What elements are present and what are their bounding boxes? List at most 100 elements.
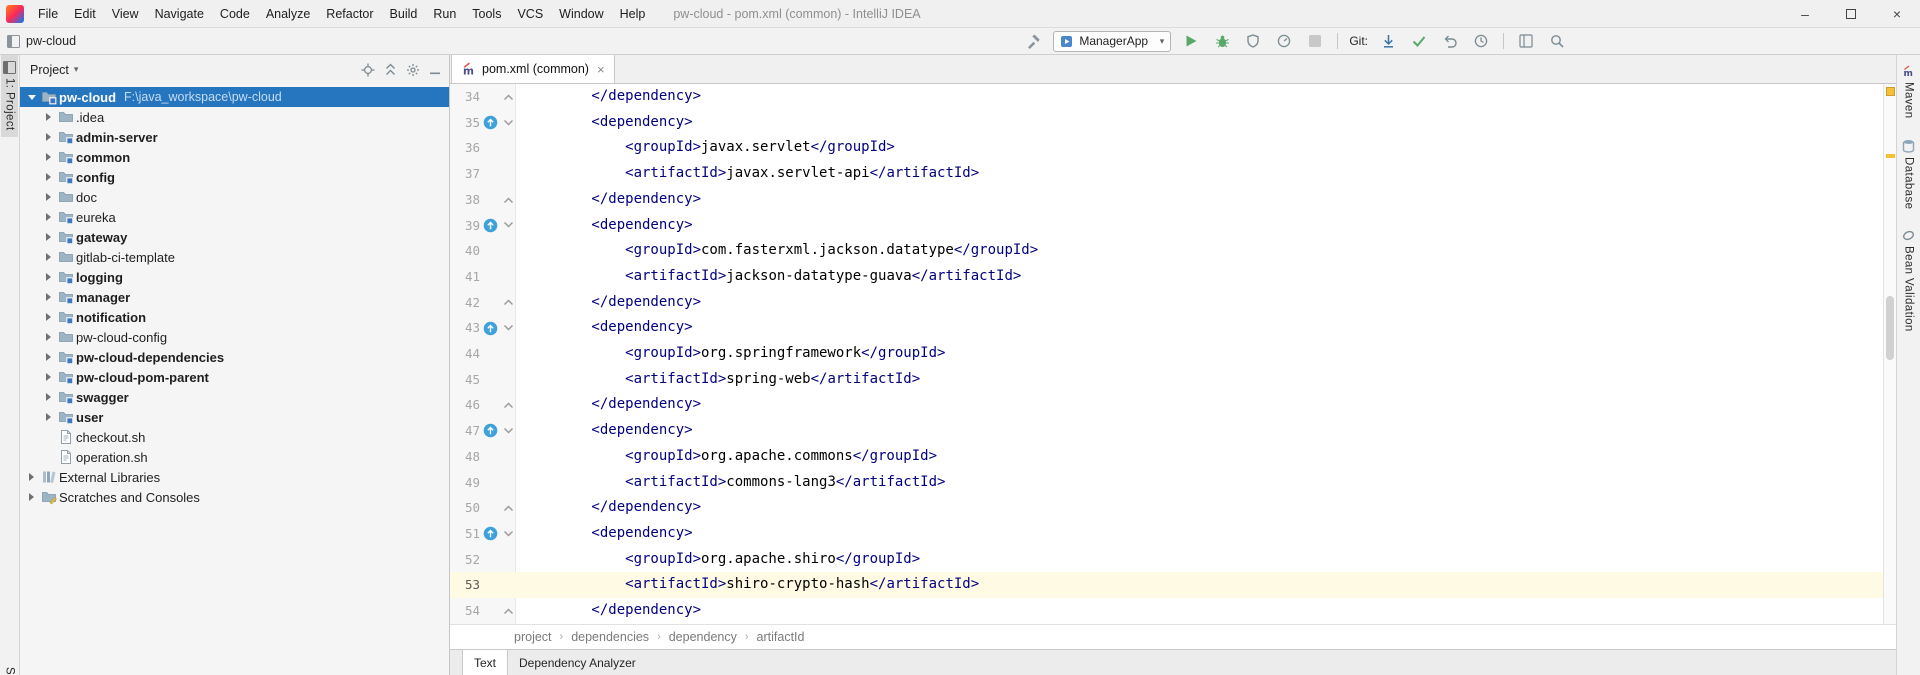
chevron-collapsed-icon[interactable] (41, 153, 56, 161)
code-line-46[interactable]: 46</dependency> (450, 392, 1896, 418)
fold-start-icon[interactable] (501, 324, 516, 332)
tree-item-eureka[interactable]: eureka (20, 207, 449, 227)
search-icon[interactable] (1546, 30, 1568, 52)
fold-start-icon[interactable] (501, 221, 516, 229)
gear-icon[interactable] (406, 63, 420, 77)
chevron-collapsed-icon[interactable] (41, 353, 56, 361)
fold-end-icon[interactable] (501, 298, 516, 306)
bottom-tab-text[interactable]: Text (462, 650, 508, 675)
chevron-collapsed-icon[interactable] (41, 313, 56, 321)
code-editor[interactable]: 34</dependency>35<dependency>36<groupId>… (450, 84, 1896, 624)
fold-start-icon[interactable] (501, 119, 516, 127)
breadcrumb-dependencies[interactable]: dependencies (571, 630, 649, 644)
chevron-collapsed-icon[interactable] (41, 413, 56, 421)
menu-refactor[interactable]: Refactor (318, 0, 381, 28)
tree-item-user[interactable]: user (20, 407, 449, 427)
menu-code[interactable]: Code (212, 0, 258, 28)
tool-window-button-bean-validation[interactable]: Bean Validation (1902, 229, 1915, 332)
code-line-47[interactable]: 47<dependency> (450, 418, 1896, 444)
git-revert-button[interactable] (1439, 30, 1461, 52)
tree-item-notification[interactable]: notification (20, 307, 449, 327)
menu-navigate[interactable]: Navigate (147, 0, 212, 28)
menu-analyze[interactable]: Analyze (258, 0, 318, 28)
tree-item-checkout-sh[interactable]: checkout.sh (20, 427, 449, 447)
tree-item-gitlab-ci-template[interactable]: gitlab-ci-template (20, 247, 449, 267)
nav-breadcrumb[interactable]: pw-cloud (7, 34, 76, 48)
fold-end-icon[interactable] (501, 607, 516, 615)
fold-end-icon[interactable] (501, 401, 516, 409)
tree-item-pw-cloud[interactable]: pw-cloudF:\java_workspace\pw-cloud (20, 87, 449, 107)
menu-vcs[interactable]: VCS (509, 0, 551, 28)
tree-item-manager[interactable]: manager (20, 287, 449, 307)
git-update-button[interactable] (1377, 30, 1399, 52)
tree-item-pw-cloud-dependencies[interactable]: pw-cloud-dependencies (20, 347, 449, 367)
fold-start-icon[interactable] (501, 530, 516, 538)
minimize-button[interactable]: – (1782, 0, 1828, 27)
git-history-button[interactable] (1470, 30, 1492, 52)
menu-edit[interactable]: Edit (66, 0, 104, 28)
editor-layout-icon[interactable] (1515, 30, 1537, 52)
chevron-collapsed-icon[interactable] (41, 213, 56, 221)
hide-panel-icon[interactable] (429, 64, 441, 76)
tree-item-operation-sh[interactable]: operation.sh (20, 447, 449, 467)
code-line-48[interactable]: 48<groupId>org.apache.commons</groupId> (450, 444, 1896, 470)
warning-stripe-mark[interactable] (1886, 154, 1895, 158)
breadcrumb-project[interactable]: project (514, 630, 552, 644)
tool-window-button-database[interactable]: Database (1902, 139, 1915, 209)
tree-item-pw-cloud-config[interactable]: pw-cloud-config (20, 327, 449, 347)
tree-item-config[interactable]: config (20, 167, 449, 187)
chevron-down-icon[interactable]: ▾ (74, 64, 79, 75)
chevron-collapsed-icon[interactable] (24, 473, 39, 481)
tree-item-logging[interactable]: logging (20, 267, 449, 287)
breadcrumb-artifactid[interactable]: artifactId (757, 630, 805, 644)
menu-file[interactable]: File (30, 0, 66, 28)
chevron-collapsed-icon[interactable] (41, 373, 56, 381)
code-line-45[interactable]: 45<artifactId>spring-web</artifactId> (450, 367, 1896, 393)
menu-run[interactable]: Run (425, 0, 464, 28)
coverage-button[interactable] (1242, 30, 1264, 52)
project-view-title[interactable]: Project (30, 63, 69, 77)
close-button[interactable]: × (1874, 0, 1920, 27)
editor-scrollbar[interactable] (1883, 84, 1896, 624)
tree-item-external-libraries[interactable]: External Libraries (20, 467, 449, 487)
close-tab-icon[interactable]: × (597, 62, 605, 77)
menu-build[interactable]: Build (382, 0, 426, 28)
run-configuration-select[interactable]: ManagerApp ▾ (1053, 31, 1171, 52)
chevron-collapsed-icon[interactable] (41, 293, 56, 301)
profiler-button[interactable] (1273, 30, 1295, 52)
inspection-status-icon[interactable] (1886, 87, 1895, 96)
fold-end-icon[interactable] (501, 93, 516, 101)
chevron-collapsed-icon[interactable] (41, 173, 56, 181)
chevron-expanded-icon[interactable] (24, 95, 39, 100)
code-line-51[interactable]: 51<dependency> (450, 521, 1896, 547)
code-line-49[interactable]: 49<artifactId>commons-lang3</artifactId> (450, 470, 1896, 496)
tree-item-doc[interactable]: doc (20, 187, 449, 207)
chevron-collapsed-icon[interactable] (41, 113, 56, 121)
code-line-44[interactable]: 44<groupId>org.springframework</groupId> (450, 341, 1896, 367)
tree-item-common[interactable]: common (20, 147, 449, 167)
tool-window-button-maven[interactable]: mMaven (1902, 65, 1915, 119)
menu-tools[interactable]: Tools (464, 0, 509, 28)
code-line-36[interactable]: 36<groupId>javax.servlet</groupId> (450, 135, 1896, 161)
bottom-tab-dependency-analyzer[interactable]: Dependency Analyzer (508, 650, 647, 675)
tool-window-button-structure[interactable]: Structure (0, 667, 19, 675)
code-line-54[interactable]: 54</dependency> (450, 598, 1896, 624)
debug-button[interactable] (1211, 30, 1233, 52)
build-hammer-icon[interactable] (1022, 30, 1044, 52)
scrollbar-thumb[interactable] (1886, 296, 1894, 360)
tree-item-pw-cloud-pom-parent[interactable]: pw-cloud-pom-parent (20, 367, 449, 387)
code-line-53[interactable]: 53<artifactId>shiro-crypto-hash</artifac… (450, 572, 1896, 598)
chevron-collapsed-icon[interactable] (41, 133, 56, 141)
code-line-34[interactable]: 34</dependency> (450, 84, 1896, 110)
code-line-37[interactable]: 37<artifactId>javax.servlet-api</artifac… (450, 161, 1896, 187)
code-line-52[interactable]: 52<groupId>org.apache.shiro</groupId> (450, 547, 1896, 573)
maximize-button[interactable] (1828, 0, 1874, 27)
code-line-39[interactable]: 39<dependency> (450, 213, 1896, 239)
code-line-40[interactable]: 40<groupId>com.fasterxml.jackson.datatyp… (450, 238, 1896, 264)
chevron-collapsed-icon[interactable] (41, 273, 56, 281)
tree-item-admin-server[interactable]: admin-server (20, 127, 449, 147)
fold-start-icon[interactable] (501, 427, 516, 435)
fold-end-icon[interactable] (501, 196, 516, 204)
run-button[interactable] (1180, 30, 1202, 52)
fold-end-icon[interactable] (501, 504, 516, 512)
